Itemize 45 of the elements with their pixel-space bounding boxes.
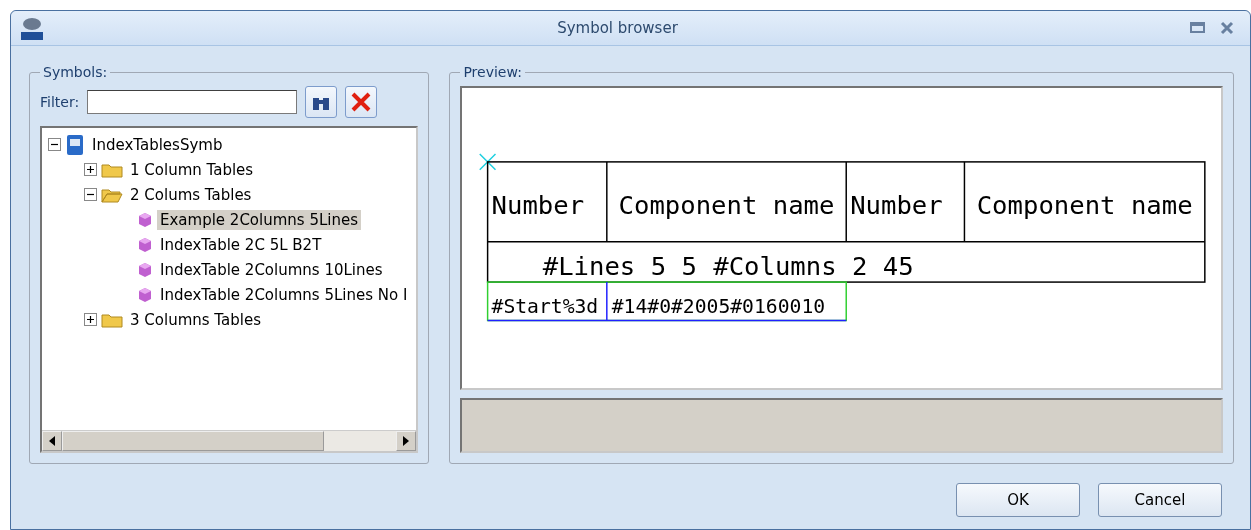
close-icon[interactable] <box>1220 21 1234 35</box>
cube-icon <box>137 236 153 253</box>
header-text: Number <box>491 190 585 221</box>
horizontal-scrollbar[interactable] <box>42 430 417 451</box>
tree-item[interactable]: IndexTablesSymb <box>89 134 226 155</box>
open-folder-icon <box>101 186 123 203</box>
header-text: Number <box>850 190 944 221</box>
origin-marker <box>479 153 497 171</box>
cube-icon <box>137 261 153 278</box>
filter-label: Filter: <box>40 94 80 110</box>
placeholder-text: #Columns 2 45 <box>713 251 915 282</box>
placeholder-text: #14#0#2005#0160010 <box>612 294 826 318</box>
tree-item[interactable]: 1 Column Tables <box>127 159 257 180</box>
tree-item[interactable]: 2 Colums Tables <box>127 184 255 205</box>
group-label: Symbols: <box>42 64 109 80</box>
header-text: Component name <box>619 190 835 221</box>
folder-icon <box>101 161 123 178</box>
cube-icon <box>137 211 153 228</box>
window-title: Symbol browser <box>556 19 679 37</box>
cancel-button[interactable]: Cancel <box>1098 483 1222 517</box>
clear-button[interactable] <box>345 86 378 118</box>
tree-item[interactable]: IndexTable 2Columns 5Lines No I <box>157 284 411 305</box>
right-arrow-icon[interactable] <box>402 436 411 446</box>
tree-item[interactable]: Example 2Columns 5Lines <box>157 209 362 230</box>
cross-icon <box>350 91 373 113</box>
tree-item[interactable]: IndexTable 2C 5L B2T <box>157 234 325 255</box>
group-label: Preview: <box>462 64 523 80</box>
ok-button[interactable]: OK <box>956 483 1080 517</box>
tree-item[interactable]: IndexTable 2Columns 10Lines <box>157 259 386 280</box>
tree-item[interactable]: 3 Columns Tables <box>127 309 264 330</box>
cube-icon <box>137 286 153 303</box>
placeholder-text: #Lines 5 5 <box>543 251 698 282</box>
app-icon <box>19 15 45 41</box>
binoculars-button[interactable] <box>305 86 338 118</box>
expand-icon[interactable] <box>84 163 97 176</box>
filter-field[interactable] <box>87 90 298 114</box>
collapse-icon[interactable] <box>84 188 97 201</box>
folder-icon <box>101 311 123 328</box>
header-text: Component name <box>977 190 1193 221</box>
placeholder-text: #Start%3d <box>491 294 599 318</box>
left-arrow-icon[interactable] <box>48 436 56 446</box>
expand-icon[interactable] <box>84 313 97 326</box>
collapse-icon[interactable] <box>48 138 61 151</box>
library-icon <box>65 133 85 156</box>
maximize-icon[interactable] <box>1190 22 1206 34</box>
